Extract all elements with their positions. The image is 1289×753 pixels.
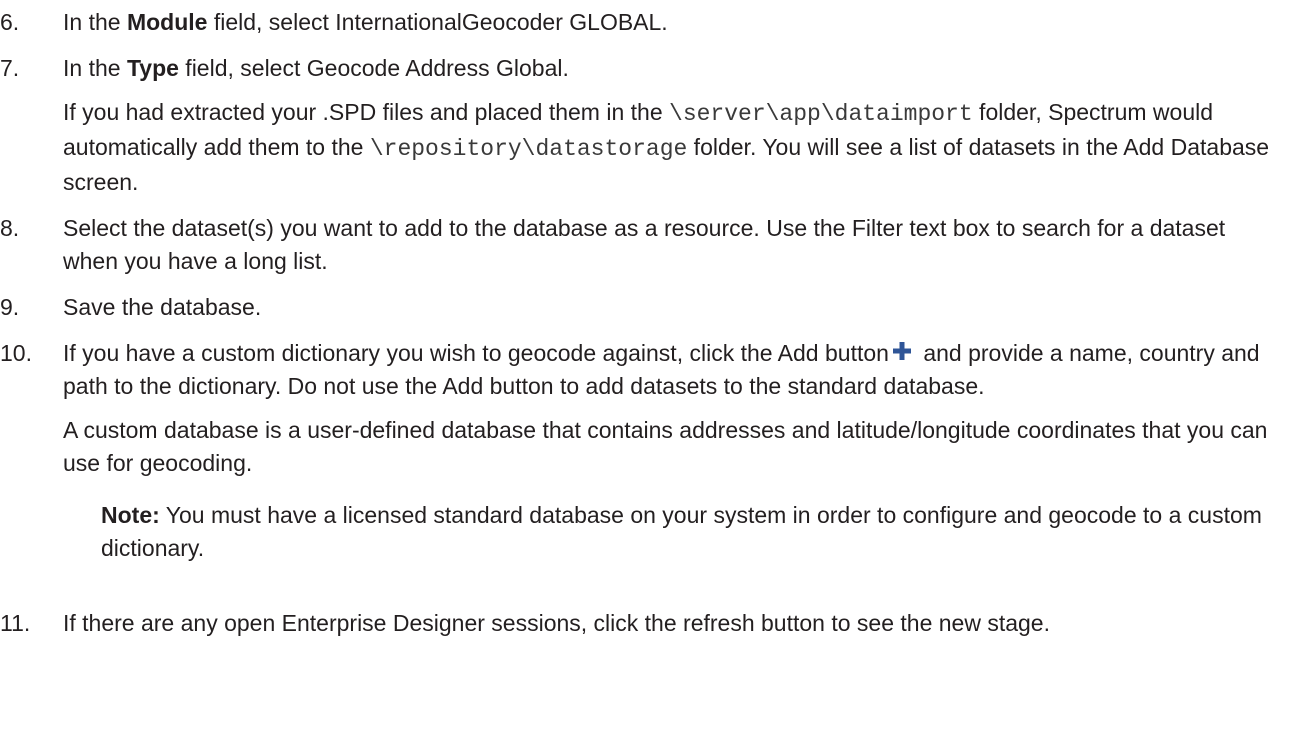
code-path-dataimport: \server\app\dataimport bbox=[669, 101, 973, 127]
step-text: In the Module field, select Internationa… bbox=[63, 9, 668, 35]
step-text: Save the database. bbox=[63, 294, 262, 320]
code-path-datastorage: \repository\datastorage bbox=[369, 136, 688, 162]
document-page: 6. In the Module field, select Internati… bbox=[0, 0, 1289, 753]
step-7: 7. In the Type field, select Geocode Add… bbox=[0, 52, 1289, 199]
step-7-paragraph: If you had extracted your .SPD files and… bbox=[63, 99, 1270, 195]
step-9: 9. Save the database. bbox=[0, 291, 1289, 324]
step-text: In the Type field, select Geocode Addres… bbox=[63, 55, 569, 81]
note-block: Note: You must have a licensed standard … bbox=[101, 499, 1271, 565]
step-10-paragraph: A custom database is a user-defined data… bbox=[63, 417, 1268, 476]
step-text: Select the dataset(s) you want to add to… bbox=[63, 215, 1226, 274]
step-text: If you have a custom dictionary you wish… bbox=[63, 340, 1260, 399]
plus-icon bbox=[892, 342, 911, 360]
step-number: 9. bbox=[0, 294, 20, 320]
note-label: Note: bbox=[101, 502, 160, 528]
step-6: 6. In the Module field, select Internati… bbox=[0, 6, 1289, 39]
step-number: 6. bbox=[0, 9, 20, 35]
note-text: You must have a licensed standard databa… bbox=[101, 502, 1262, 561]
step-number: 11. bbox=[0, 610, 31, 636]
step-text: If there are any open Enterprise Designe… bbox=[63, 610, 1050, 636]
step-8: 8. Select the dataset(s) you want to add… bbox=[0, 212, 1289, 278]
field-name-type: Type bbox=[126, 55, 179, 81]
step-number: 8. bbox=[0, 215, 20, 241]
step-10: 10. If you have a custom dictionary you … bbox=[0, 337, 1289, 480]
step-number: 10. bbox=[0, 340, 32, 366]
field-name-module: Module bbox=[126, 9, 208, 35]
step-number: 7. bbox=[0, 55, 20, 81]
step-11: 11. If there are any open Enterprise Des… bbox=[0, 607, 1289, 640]
